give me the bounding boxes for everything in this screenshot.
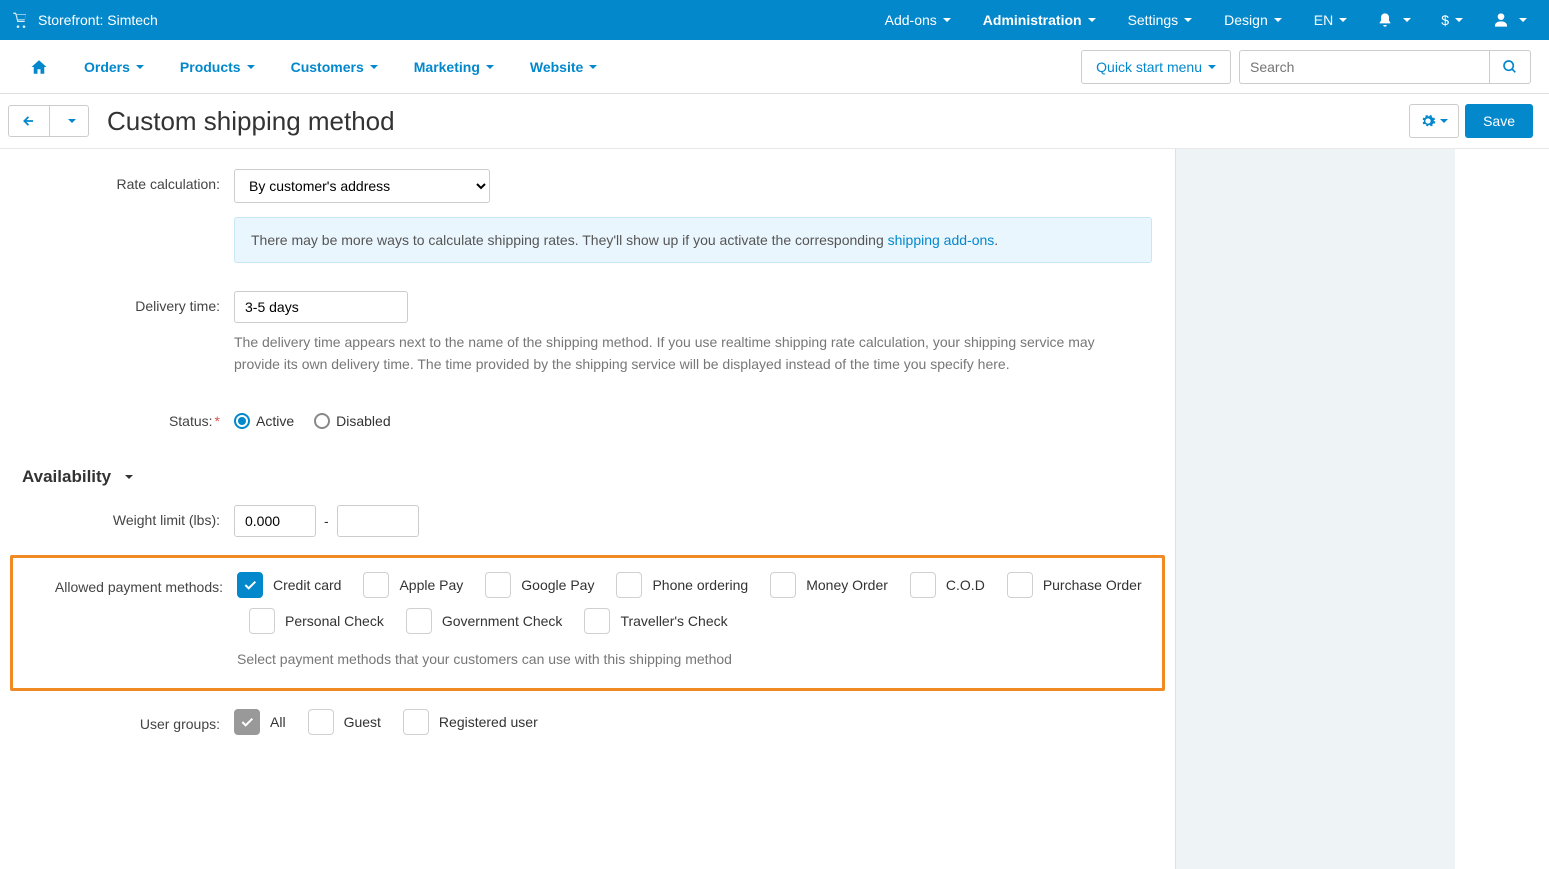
pm-personal-check[interactable]: Personal Check: [249, 608, 384, 634]
topmenu-lang[interactable]: EN: [1302, 0, 1359, 40]
checkbox-unchecked-icon: [363, 572, 389, 598]
gear-icon: [1420, 113, 1436, 129]
payment-methods-label: Allowed payment methods:: [23, 572, 237, 595]
ug-all[interactable]: All: [234, 709, 286, 735]
weight-sep: -: [324, 513, 329, 529]
weight-limit-label: Weight limit (lbs):: [10, 505, 234, 528]
nav-orders[interactable]: Orders: [66, 40, 162, 94]
checkbox-unchecked-icon: [1007, 572, 1033, 598]
back-dropdown[interactable]: [49, 105, 89, 137]
ug-registered[interactable]: Registered user: [403, 709, 538, 735]
page-title: Custom shipping method: [107, 106, 395, 137]
nav-home[interactable]: [12, 40, 66, 94]
nav-customers[interactable]: Customers: [273, 40, 396, 94]
weight-from-input[interactable]: [234, 505, 316, 537]
nav-marketing[interactable]: Marketing: [396, 40, 512, 94]
rate-calc-label: Rate calculation:: [10, 169, 234, 192]
pm-money-order[interactable]: Money Order: [770, 572, 888, 598]
rate-calc-info: There may be more ways to calculate ship…: [234, 217, 1152, 263]
cart-icon: [12, 12, 28, 28]
user-groups-label: User groups:: [10, 709, 234, 732]
checkbox-unchecked-icon: [770, 572, 796, 598]
search-input[interactable]: [1239, 50, 1489, 84]
topmenu-design[interactable]: Design: [1212, 0, 1294, 40]
ug-guest[interactable]: Guest: [308, 709, 381, 735]
checkbox-checked-icon: [237, 572, 263, 598]
home-icon: [30, 58, 48, 76]
shipping-addons-link[interactable]: shipping add-ons: [888, 232, 995, 248]
delivery-time-hint: The delivery time appears next to the na…: [234, 331, 1144, 376]
user-icon[interactable]: [1483, 0, 1537, 40]
checkbox-unchecked-icon: [308, 709, 334, 735]
radio-checked-icon: [234, 413, 250, 429]
checkbox-unchecked-icon: [485, 572, 511, 598]
radio-unchecked-icon: [314, 413, 330, 429]
storefront-label[interactable]: Storefront: Simtech: [12, 12, 158, 28]
topmenu-currency[interactable]: $: [1429, 0, 1475, 40]
pm-google-pay[interactable]: Google Pay: [485, 572, 594, 598]
checkbox-unchecked-icon: [616, 572, 642, 598]
right-panel: [1175, 149, 1455, 869]
payment-methods-hint: Select payment methods that your custome…: [237, 648, 1147, 670]
pm-cod[interactable]: C.O.D: [910, 572, 985, 598]
notifications-icon[interactable]: [1367, 0, 1421, 40]
status-disabled-radio[interactable]: Disabled: [314, 413, 390, 429]
nav-products[interactable]: Products: [162, 40, 273, 94]
settings-button[interactable]: [1409, 104, 1459, 138]
search-icon: [1502, 59, 1518, 75]
pm-purchase-order[interactable]: Purchase Order: [1007, 572, 1142, 598]
back-button[interactable]: [8, 105, 49, 137]
storefront-text: Storefront: Simtech: [38, 12, 158, 28]
checkbox-checked-icon: [234, 709, 260, 735]
topmenu-settings[interactable]: Settings: [1116, 0, 1205, 40]
arrow-left-icon: [21, 114, 37, 128]
checkbox-unchecked-icon: [910, 572, 936, 598]
quick-start-menu[interactable]: Quick start menu: [1081, 50, 1231, 84]
topmenu-addons[interactable]: Add-ons: [873, 0, 963, 40]
status-label: Status:*: [10, 406, 234, 429]
save-button[interactable]: Save: [1465, 104, 1533, 138]
rate-calc-select[interactable]: By customer's address: [234, 169, 490, 203]
topmenu-administration[interactable]: Administration: [971, 0, 1108, 40]
delivery-time-label: Delivery time:: [10, 291, 234, 314]
weight-to-input[interactable]: [337, 505, 419, 537]
pm-phone-ordering[interactable]: Phone ordering: [616, 572, 748, 598]
checkbox-unchecked-icon: [406, 608, 432, 634]
nav-website[interactable]: Website: [512, 40, 615, 94]
payment-methods-highlight: Allowed payment methods: Credit card App…: [10, 555, 1165, 691]
pm-apple-pay[interactable]: Apple Pay: [363, 572, 463, 598]
checkbox-unchecked-icon: [584, 608, 610, 634]
availability-section-toggle[interactable]: Availability: [10, 447, 1165, 505]
checkbox-unchecked-icon: [249, 608, 275, 634]
delivery-time-input[interactable]: [234, 291, 408, 323]
pm-credit-card[interactable]: Credit card: [237, 572, 341, 598]
pm-travellers-check[interactable]: Traveller's Check: [584, 608, 727, 634]
checkbox-unchecked-icon: [403, 709, 429, 735]
search-button[interactable]: [1489, 50, 1531, 84]
chevron-down-icon: [125, 475, 133, 479]
pm-government-check[interactable]: Government Check: [406, 608, 563, 634]
status-active-radio[interactable]: Active: [234, 413, 294, 429]
